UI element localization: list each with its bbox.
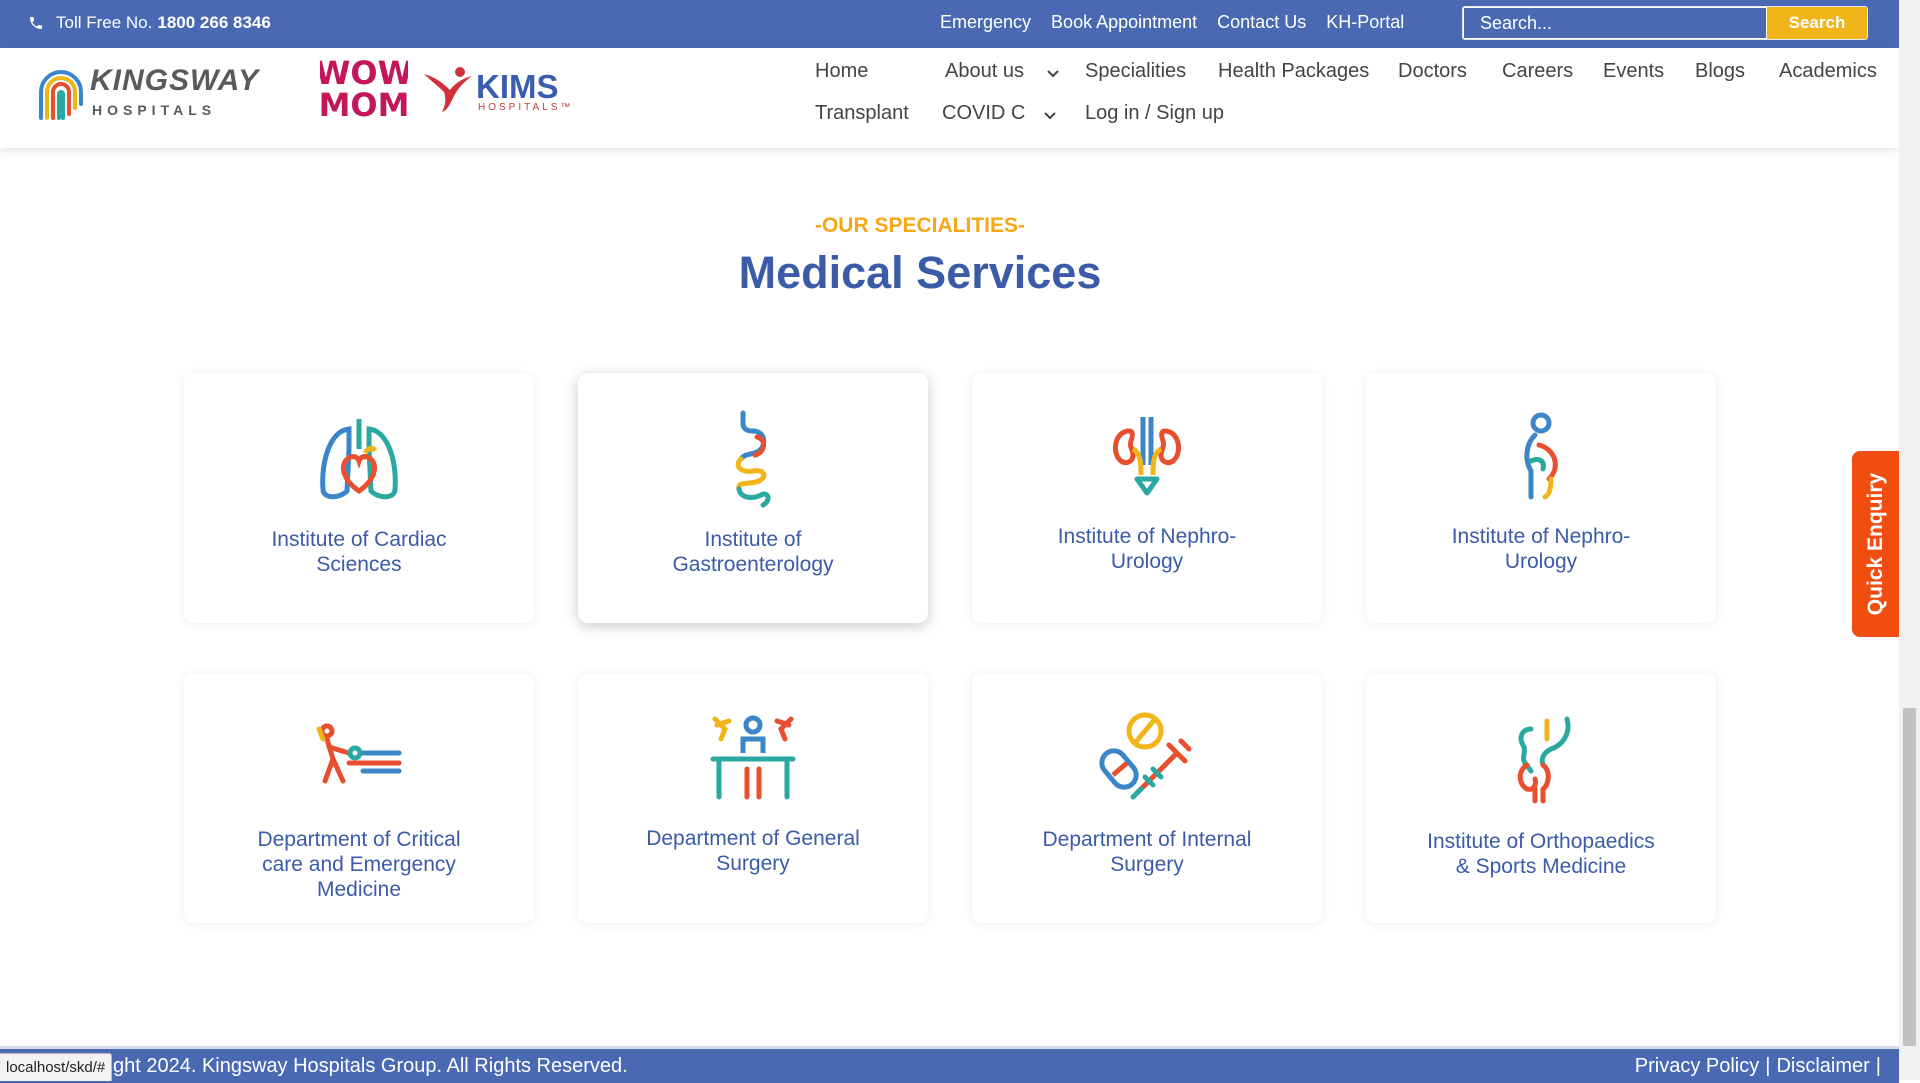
nav-health-packages[interactable]: Health Packages — [1218, 60, 1369, 83]
toll-free-label: Toll Free No. — [56, 13, 153, 32]
joint-bone-icon — [1517, 716, 1571, 804]
disclaimer-link[interactable]: Disclaimer — [1776, 1055, 1869, 1078]
service-card-nephro-urology-2[interactable]: Institute of Nephro- Urology — [1366, 373, 1716, 623]
nav-specialities[interactable]: Specialities — [1085, 60, 1186, 83]
service-card-title-line: Institute of Orthopaedics — [1427, 830, 1655, 853]
service-card-title: Institute of Cardiac Sciences — [204, 527, 514, 577]
service-card-title-line: Department of General — [646, 827, 860, 850]
service-card-title-line: Urology — [1110, 550, 1184, 573]
service-card-title-line: Urology — [1504, 550, 1578, 573]
kingsway-wordmark: KINGSWAY — [90, 64, 260, 97]
nav-login-signup[interactable]: Log in / Sign up — [1085, 102, 1224, 125]
service-card-title-line: Medicine — [316, 878, 402, 901]
chevron-down-icon[interactable] — [1045, 66, 1061, 82]
nav-about-us[interactable]: About us — [945, 60, 1024, 83]
service-card-title: Department of Critical care and Emergenc… — [204, 827, 514, 902]
kingsway-logo[interactable]: KINGSWAY HOSPITALS — [36, 62, 260, 122]
service-card-title: Institute of Nephro- Urology — [1386, 524, 1696, 574]
footer-legal-links: Privacy Policy | Disclaimer | — [1629, 1055, 1881, 1078]
service-card-gastroenterology[interactable]: Institute of Gastroenterology — [578, 373, 928, 623]
footer-separator: | — [1875, 1055, 1881, 1077]
pill-syringe-icon — [1099, 712, 1192, 800]
emergency-link[interactable]: Emergency — [940, 12, 1031, 33]
nav-blogs[interactable]: Blogs — [1695, 60, 1745, 83]
footer-separator: | — [1765, 1055, 1771, 1077]
page-scrollbar[interactable] — [1899, 0, 1920, 1080]
quick-enquiry-label: Quick Enquiry — [1863, 472, 1887, 616]
service-card-title: Department of General Surgery — [598, 826, 908, 876]
service-card-title-line: Department of Critical — [257, 828, 461, 851]
service-card-title: Institute of Nephro- Urology — [992, 524, 1302, 574]
service-card-general-surgery[interactable]: Department of General Surgery — [578, 673, 928, 923]
service-card-title-line: Gastroenterology — [672, 553, 834, 576]
service-card-title-line: Institute of — [704, 528, 802, 551]
top-bar: Toll Free No. 1800 266 8346 Emergency Bo… — [0, 0, 1899, 48]
service-card-title-line: care and Emergency — [262, 853, 456, 876]
nav-careers[interactable]: Careers — [1502, 60, 1573, 83]
scrollbar-thumb[interactable] — [1903, 708, 1916, 1046]
service-card-title-line: & Sports Medicine — [1455, 855, 1627, 878]
kims-wordmark: KIMS — [476, 68, 559, 105]
lungs-heart-icon — [320, 419, 398, 500]
search-button[interactable]: Search — [1767, 7, 1867, 39]
nav-academics[interactable]: Academics — [1779, 60, 1877, 83]
section-eyebrow: -OUR SPECIALITIES- — [814, 214, 1025, 237]
toll-free-info[interactable]: Toll Free No. 1800 266 8346 — [28, 13, 271, 33]
service-card-title-line: Institute of Nephro- — [1057, 525, 1237, 548]
surgery-team-icon — [710, 715, 796, 800]
service-card-title-line: Surgery — [1110, 853, 1184, 876]
service-card-critical-care[interactable]: Department of Critical care and Emergenc… — [184, 673, 534, 923]
wow-mom-mark: WOW MOM — [315, 54, 413, 124]
kingsway-subtitle: HOSPITALS — [92, 102, 217, 118]
phone-icon — [30, 17, 42, 29]
service-card-title: Institute of Orthopaedics & Sports Medic… — [1386, 829, 1696, 879]
nav-doctors[interactable]: Doctors — [1398, 60, 1467, 83]
service-card-title-line: Sciences — [316, 553, 402, 576]
pregnancy-icon — [1524, 412, 1558, 500]
rainbow-arch-icon — [39, 70, 83, 120]
kims-logo[interactable]: KIMS HOSPITALS™ — [420, 64, 575, 120]
service-card-title-line: Department of Internal — [1042, 828, 1252, 851]
copyright-text: ght 2024. Kingsway Hospitals Group. All … — [113, 1055, 628, 1077]
nav-home[interactable]: Home — [815, 60, 868, 83]
site-header: KINGSWAY HOSPITALS WOW MOM KIMS HOSPITAL… — [0, 48, 1899, 148]
kidney-icon — [1112, 417, 1182, 496]
chevron-down-icon[interactable] — [1042, 108, 1058, 124]
nav-transplant[interactable]: Transplant — [815, 102, 909, 125]
service-card-title-line: Surgery — [716, 852, 790, 875]
stomach-intestine-icon — [735, 410, 771, 508]
service-card-title-line: Institute of Nephro- — [1451, 525, 1631, 548]
service-card-cardiac[interactable]: Institute of Cardiac Sciences — [184, 373, 534, 623]
service-card-orthopaedics[interactable]: Institute of Orthopaedics & Sports Medic… — [1366, 673, 1716, 923]
book-appointment-link[interactable]: Book Appointment — [1051, 12, 1197, 33]
contact-us-link[interactable]: Contact Us — [1217, 12, 1306, 33]
browser-status-url: localhost/skd/# — [0, 1053, 113, 1081]
wow-mom-logo[interactable]: WOW MOM — [315, 54, 413, 124]
section-heading: Medical Services — [738, 247, 1102, 298]
service-card-title-line: Institute of Cardiac — [271, 528, 447, 551]
privacy-policy-link[interactable]: Privacy Policy — [1635, 1055, 1759, 1078]
kims-subtitle: HOSPITALS™ — [478, 102, 574, 113]
kh-portal-link[interactable]: KH-Portal — [1326, 12, 1404, 33]
site-footer: ght 2024. Kingsway Hospitals Group. All … — [0, 1046, 1899, 1083]
stretcher-icon — [316, 723, 402, 784]
mom-text: MOM — [320, 86, 408, 120]
service-card-nephro-urology[interactable]: Institute of Nephro- Urology — [972, 373, 1322, 623]
nav-events[interactable]: Events — [1603, 60, 1664, 83]
service-card-title: Institute of Gastroenterology — [598, 527, 908, 577]
service-card-internal-surgery[interactable]: Department of Internal Surgery — [972, 673, 1322, 923]
search-box: Search — [1462, 6, 1868, 40]
top-links: Emergency Book Appointment Contact Us KH… — [940, 12, 1424, 33]
nav-covid-care[interactable]: COVID Ca — [942, 102, 1025, 125]
kims-figure-icon — [424, 67, 472, 112]
toll-free-number[interactable]: 1800 266 8346 — [157, 13, 270, 33]
service-card-title: Department of Internal Surgery — [992, 827, 1302, 877]
search-input[interactable] — [1463, 7, 1767, 39]
quick-enquiry-tab[interactable]: Quick Enquiry — [1852, 451, 1899, 637]
